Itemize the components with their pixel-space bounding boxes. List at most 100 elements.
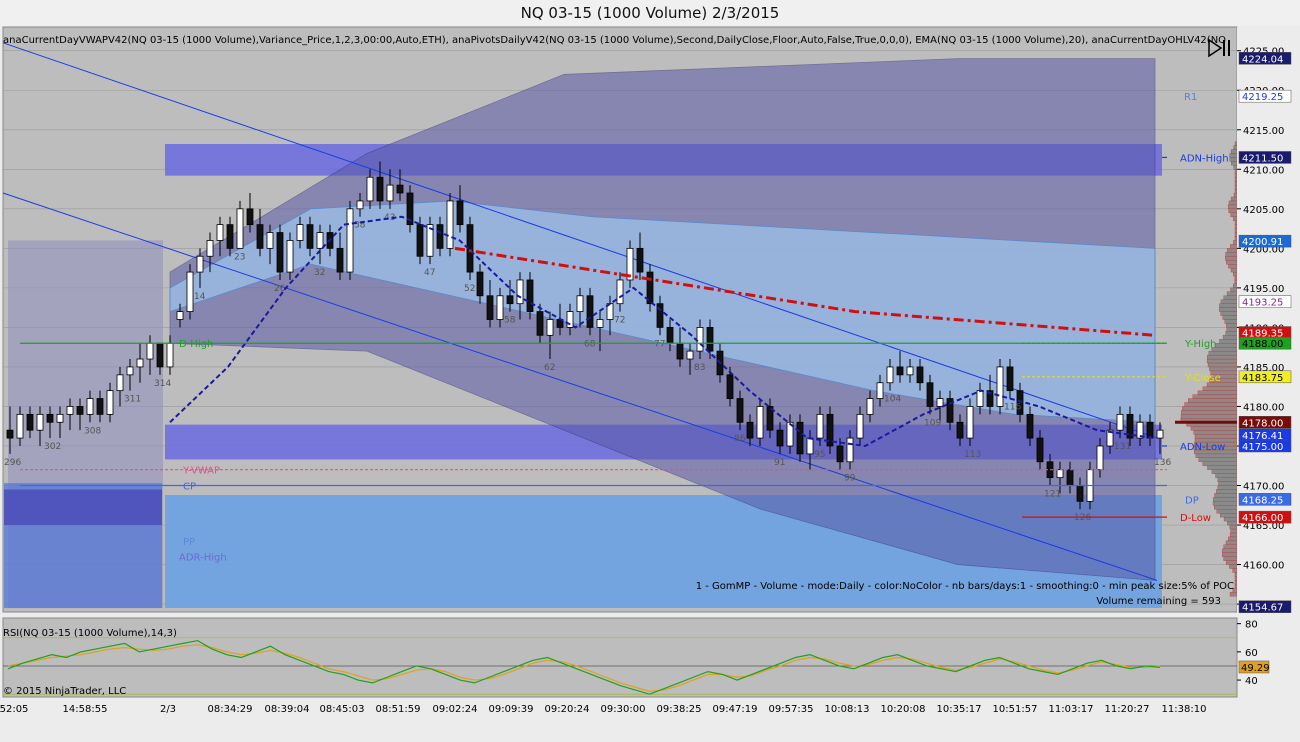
bar-count-label: 23 [234, 252, 245, 262]
up-candle [806, 437, 814, 455]
x-tick-label: 52:05 [0, 704, 28, 715]
bar-count-label: 126 [1074, 513, 1091, 523]
level-label: ADN-High [1180, 153, 1229, 164]
profile-bar [1182, 406, 1238, 411]
bar-count-label: 62 [544, 363, 555, 373]
ninjatrader-chart-window: NQ 03-15 (1000 Volume) 2/3/2015 296 302 30… [0, 0, 1300, 742]
profile-bar [1207, 354, 1238, 360]
profile-bar [1211, 469, 1238, 474]
up-candle [906, 366, 914, 376]
price-marker-label: 4175.00 [1242, 442, 1283, 453]
down-candle [1146, 421, 1154, 439]
x-tick-label: 11:38:10 [1162, 704, 1207, 715]
indicator-header: anaCurrentDayVWAPV42(NQ 03-15 (1000 Volu… [3, 35, 1226, 46]
profile-bar [1226, 291, 1238, 296]
profile-bar [1207, 362, 1238, 368]
profile-bar [1223, 544, 1238, 549]
down-candle [76, 406, 84, 415]
down-candle [776, 429, 784, 447]
y-tick-label: 4170.00 [1243, 482, 1284, 493]
profile-bar [1233, 145, 1238, 150]
x-tick-label: 08:45:03 [320, 704, 365, 715]
price-panel[interactable]: 2963023083113141423263238434752586268727… [2, 26, 1238, 613]
level-label: D-Low [1180, 513, 1211, 524]
up-candle [866, 398, 874, 415]
down-candle [956, 421, 964, 439]
up-candle [696, 327, 704, 352]
prior-day-adn-zone [4, 489, 162, 526]
rsi-panel: 80 60 40 49.29 [2, 617, 1270, 698]
x-tick-label: 11:03:17 [1049, 704, 1094, 715]
level-label: ADN-Low [1180, 442, 1225, 453]
profile-bar [1216, 509, 1238, 514]
profile-bar [1229, 153, 1238, 158]
bar-count-label: 77 [654, 339, 665, 349]
up-candle [1056, 469, 1064, 479]
x-tick-label: 14:58:55 [63, 704, 108, 715]
price-marker-label: 4178.00 [1242, 418, 1283, 429]
bar-count-label: 113 [964, 450, 981, 460]
down-candle [416, 224, 424, 257]
up-candle [216, 224, 224, 241]
down-candle [1036, 437, 1044, 463]
y-tick-label: 4160.00 [1243, 561, 1284, 572]
level-label: CP [183, 482, 196, 493]
up-candle [66, 406, 74, 415]
down-candle [736, 398, 744, 423]
profile-bar [1222, 315, 1238, 320]
rsi-label: RSI(NQ 03-15 (1000 Volume),14,3) [3, 628, 177, 639]
down-candle [1066, 469, 1074, 486]
down-candle [1006, 366, 1014, 392]
up-candle [856, 413, 864, 439]
profile-bar [1234, 173, 1238, 178]
price-marker-label: 4154.67 [1242, 603, 1283, 614]
bar-count-label: 91 [774, 458, 785, 468]
profile-bar [1212, 501, 1238, 506]
profile-bar [1217, 485, 1238, 490]
profile-bar [1234, 232, 1238, 237]
profile-bar [1234, 184, 1238, 190]
bar-count-label: 95 [814, 450, 825, 460]
profile-bar [1234, 181, 1238, 186]
x-tick-label: 10:35:17 [937, 704, 982, 715]
profile-bar [1193, 430, 1238, 435]
bar-count-label: 109 [924, 418, 941, 428]
profile-bar [1223, 295, 1238, 300]
price-marker-label: 4200.91 [1242, 237, 1283, 248]
profile-bar [1215, 473, 1238, 478]
price-marker-label: 4211.50 [1242, 153, 1283, 164]
down-candle [916, 366, 924, 384]
x-tick-label: 09:20:24 [545, 704, 590, 715]
chart-canvas[interactable]: 2963023083113141423263238434752586268727… [0, 0, 1300, 742]
level-label: R1 [1184, 92, 1197, 103]
level-label: Y-Close [1184, 373, 1221, 384]
up-candle [936, 398, 944, 407]
down-candle [706, 327, 714, 352]
up-candle [136, 358, 144, 368]
x-tick-label: 09:38:25 [657, 704, 702, 715]
profile-bar [1225, 560, 1238, 565]
up-candle [116, 374, 124, 392]
profile-bar [1234, 580, 1238, 585]
profile-bar [1226, 323, 1238, 328]
y-tick-label: 4205.00 [1243, 205, 1284, 216]
profile-bar [1234, 169, 1238, 174]
up-candle [566, 311, 574, 328]
down-candle [336, 247, 344, 273]
profile-bar [1192, 394, 1238, 399]
profile-bar [1233, 165, 1238, 170]
profile-bar [1228, 536, 1238, 542]
bar-count-label: 72 [614, 316, 625, 326]
profile-bar [1208, 350, 1238, 356]
profile-bar [1223, 556, 1238, 561]
down-candle [796, 421, 804, 455]
profile-bar [1233, 192, 1238, 198]
down-candle [586, 295, 594, 328]
profile-bar [1233, 240, 1238, 245]
down-candle [896, 366, 904, 376]
profile-bar [1202, 461, 1238, 466]
profile-bar [1188, 398, 1238, 403]
down-candle [226, 224, 234, 249]
x-tick-label: 10:08:13 [825, 704, 870, 715]
profile-bar [1229, 157, 1238, 162]
